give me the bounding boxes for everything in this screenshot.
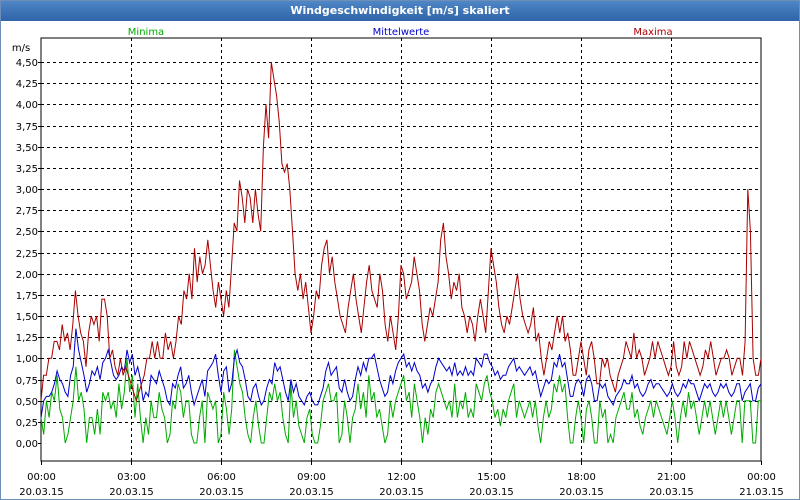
y-tick-label: 4,25 (16, 79, 38, 90)
x-tick-date: 20.03.15 (649, 487, 694, 498)
y-tick-label: 4,00 (16, 100, 38, 111)
x-tick-time: 18:00 (567, 472, 596, 483)
x-tick-date: 20.03.15 (469, 487, 514, 498)
x-tick-date: 20.03.15 (559, 487, 604, 498)
y-tick-label: 2,50 (16, 227, 38, 238)
x-tick-time: 00:00 (747, 472, 776, 483)
y-tick-label: 0,00 (16, 439, 38, 450)
y-tick-label: 3,75 (16, 122, 38, 133)
x-tick-time: 21:00 (657, 472, 686, 483)
x-tick-time: 00:00 (27, 472, 56, 483)
x-tick-time: 12:00 (387, 472, 416, 483)
x-tick-date: 20.03.15 (19, 487, 64, 498)
y-tick-label: 2,00 (16, 270, 38, 281)
y-tick-label: 0,50 (16, 397, 38, 408)
y-tick-label: 3,00 (16, 185, 38, 196)
x-tick-date: 21.03.15 (739, 487, 784, 498)
x-tick-time: 03:00 (117, 472, 146, 483)
x-tick-date: 20.03.15 (289, 487, 334, 498)
legend-maxima: Maxima (633, 27, 672, 38)
y-axis-label: m/s (12, 43, 30, 54)
x-tick-date: 20.03.15 (379, 487, 424, 498)
y-tick-label: 1,50 (16, 312, 38, 323)
y-tick-label: 1,00 (16, 354, 38, 365)
y-tick-label: 1,75 (16, 291, 38, 302)
x-tick-date: 20.03.15 (109, 487, 154, 498)
y-tick-label: 3,50 (16, 143, 38, 154)
chart-window: Windgeschwindigkeit [m/s] skaliert 0,00 0… (0, 0, 800, 500)
x-tick-date: 20.03.15 (199, 487, 244, 498)
x-tick-time: 15:00 (477, 472, 506, 483)
x-tick-time: 09:00 (297, 472, 326, 483)
y-tick-label: 2,75 (16, 206, 38, 217)
y-tick-label: 2,25 (16, 249, 38, 260)
y-tick-label: 0,25 (16, 418, 38, 429)
y-tick-label: 3,25 (16, 164, 38, 175)
y-tick-label: 1,25 (16, 333, 38, 344)
y-tick-label: 4,50 (16, 58, 38, 69)
legend-mittelwerte: Mittelwerte (373, 27, 430, 38)
y-tick-label: 0,75 (16, 376, 38, 387)
wind-speed-chart: 0,00 0,25 0,50 0,75 1,00 1,25 1,50 1,75 2,00 2,25… (12, 27, 784, 498)
legend-minima: Minima (128, 27, 164, 38)
x-tick-time: 06:00 (207, 472, 236, 483)
